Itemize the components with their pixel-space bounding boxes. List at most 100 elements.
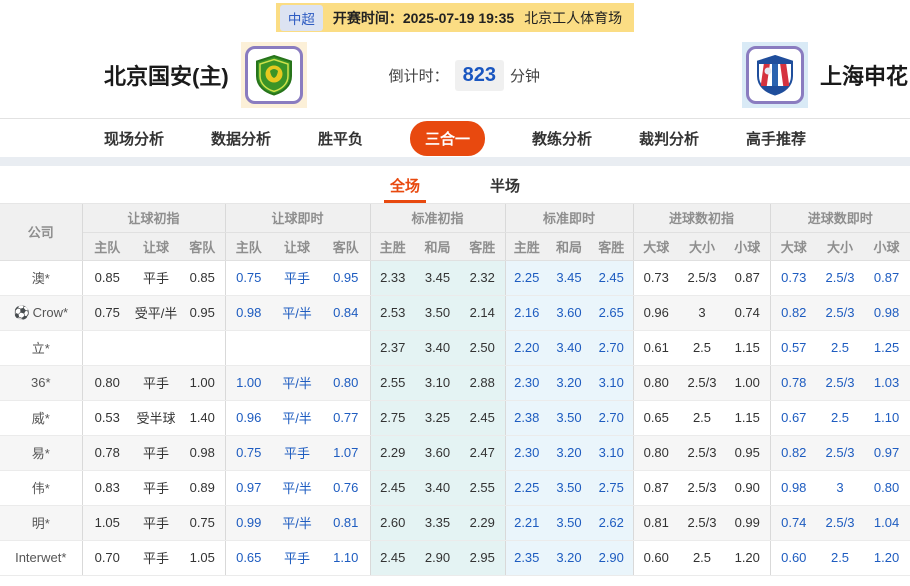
odds-cell: 2.90 (415, 540, 460, 576)
kickoff-label: 开赛时间： (332, 9, 403, 26)
odds-cell: 2.16 (504, 295, 548, 331)
company-cell[interactable]: ⚽ Crow* (0, 295, 82, 331)
odds-cell: 3.35 (415, 505, 460, 541)
company-cell[interactable]: 伟* (0, 470, 82, 506)
odds-cell: 1.25 (863, 330, 910, 366)
countdown-value: 823 (454, 59, 504, 91)
scope-tab-2[interactable]: 半场 (484, 166, 526, 203)
odds-cell: 0.75 (224, 435, 272, 471)
table-row: 澳* 0.85 平手 0.85 0.75 平手 0.95 2.33 3.45 2.32 2.25 3.… (0, 260, 910, 296)
odds-cell: 0.65 (224, 540, 272, 576)
odds-cell: 2.47 (460, 435, 505, 471)
odds-cell: 平手 (272, 260, 322, 296)
odds-cell (81, 330, 132, 366)
odds-cell: 3.10 (590, 365, 633, 401)
sub-header: 客队 (180, 232, 225, 261)
company-cell[interactable]: 易* (0, 435, 82, 471)
odds-cell: 0.95 (180, 295, 225, 331)
table-row: Interwet* 0.70 平手 1.05 0.65 平手 1.10 2.45 2.90 2.9… (0, 540, 910, 576)
odds-cell: 1.20 (863, 540, 910, 576)
odds-cell: 3.10 (590, 435, 633, 471)
odds-cell: 2.5 (679, 330, 725, 366)
odds-cell: 2.45 (590, 260, 633, 296)
odds-table: 公司 让球初指 让球即时 标准初指 标准即时 进球数初指 进球数即时 主队 让球 客队 主队 让球 客队… (0, 204, 910, 576)
company-cell[interactable]: 澳* (0, 260, 82, 296)
odds-cell: 0.99 (725, 505, 771, 541)
group-header-2: 让球即时 (224, 204, 370, 233)
odds-cell: 0.60 (632, 540, 679, 576)
odds-cell: 0.78 (81, 435, 132, 471)
odds-cell: 0.81 (632, 505, 679, 541)
company-name: 易* (31, 446, 50, 461)
odds-cell: 3.25 (415, 400, 460, 436)
league-badge[interactable]: 中超 (279, 4, 323, 31)
odds-cell: 2.88 (460, 365, 505, 401)
nav-tab-3[interactable]: 胜平负 (318, 128, 363, 149)
odds-cell: 0.80 (322, 365, 370, 401)
group-header-5: 进球数初指 (632, 204, 771, 233)
table-row: ⚽ Crow* 0.75 受平/半 0.95 0.98 平/半 0.84 2.53 3.50 2.1… (0, 295, 910, 331)
odds-cell: 2.45 (460, 400, 505, 436)
company-name: Crow* (32, 304, 69, 320)
odds-cell: 0.80 (81, 365, 132, 401)
odds-cell: 0.60 (769, 540, 818, 576)
nav-tab-5[interactable]: 教练分析 (532, 128, 592, 149)
company-cell[interactable]: 36* (0, 365, 82, 401)
sub-header: 和局 (548, 232, 590, 261)
odds-cell: 2.5/3 (679, 470, 725, 506)
odds-cell: 0.57 (769, 330, 818, 366)
odds-cell: 3.50 (548, 505, 590, 541)
odds-cell: 0.89 (180, 470, 225, 506)
odds-cell: 1.07 (322, 435, 370, 471)
odds-cell: 2.45 (369, 540, 415, 576)
sub-header: 和局 (415, 232, 460, 261)
odds-cell: 0.74 (725, 295, 771, 331)
odds-cell: 2.25 (504, 470, 548, 506)
odds-cell: 3.45 (548, 260, 590, 296)
odds-cell: 0.80 (632, 435, 679, 471)
match-info-bar: 中超 开赛时间：2025-07-19 19:35 北京工人体育场 (275, 3, 635, 32)
odds-cell: 2.95 (460, 540, 505, 576)
odds-cell: 0.87 (725, 260, 771, 296)
odds-cell: 0.95 (725, 435, 771, 471)
home-team: 北京国安(主) (104, 42, 307, 108)
odds-cell: 平/半 (272, 365, 322, 401)
nav-tab-6[interactable]: 裁判分析 (639, 128, 699, 149)
odds-cell: 1.00 (224, 365, 272, 401)
table-row: 明* 1.05 平手 0.75 0.99 平/半 0.81 2.60 3.35 2.29 2.21 3… (0, 505, 910, 541)
home-team-name: 北京国安(主) (104, 64, 229, 89)
odds-cell: 0.61 (632, 330, 679, 366)
odds-cell: 2.5 (679, 540, 725, 576)
scope-tab-1[interactable]: 全场 (383, 166, 426, 203)
odds-cell: 2.75 (590, 470, 633, 506)
odds-cell: 0.98 (863, 295, 910, 331)
sub-header: 让球 (272, 232, 322, 261)
odds-cell: 0.78 (769, 365, 818, 401)
group-header-6: 进球数即时 (769, 204, 910, 233)
company-cell[interactable]: 明* (0, 505, 82, 541)
company-cell[interactable]: 立* (0, 330, 82, 366)
group-header-4: 标准即时 (504, 204, 633, 233)
odds-cell: 2.70 (590, 400, 633, 436)
company-name: Interwet* (15, 550, 67, 565)
odds-cell: 0.98 (180, 435, 225, 471)
odds-cell: 1.10 (322, 540, 370, 576)
kickoff-value: 2025-07-19 19:35 (402, 9, 515, 26)
company-cell[interactable]: Interwet* (0, 540, 82, 576)
company-column-header: 公司 (0, 204, 83, 261)
odds-cell: 平手 (132, 365, 180, 401)
odds-cell: 3.40 (415, 470, 460, 506)
away-team: 上海申花 (741, 42, 908, 108)
nav-tab-4[interactable]: 三合一 (409, 120, 485, 156)
odds-cell: 3.50 (415, 295, 460, 331)
nav-tab-7[interactable]: 高手推荐 (746, 128, 806, 149)
company-cell[interactable]: 威* (0, 400, 82, 436)
odds-cell: 2.5 (817, 330, 864, 366)
sub-header: 大球 (769, 232, 818, 261)
odds-cell: 1.10 (863, 400, 910, 436)
soccer-ball-icon: ⚽ (13, 304, 30, 320)
odds-cell: 2.32 (460, 260, 505, 296)
odds-cell: 2.62 (590, 505, 633, 541)
nav-tab-1[interactable]: 现场分析 (104, 128, 164, 149)
nav-tab-2[interactable]: 数据分析 (211, 128, 271, 149)
